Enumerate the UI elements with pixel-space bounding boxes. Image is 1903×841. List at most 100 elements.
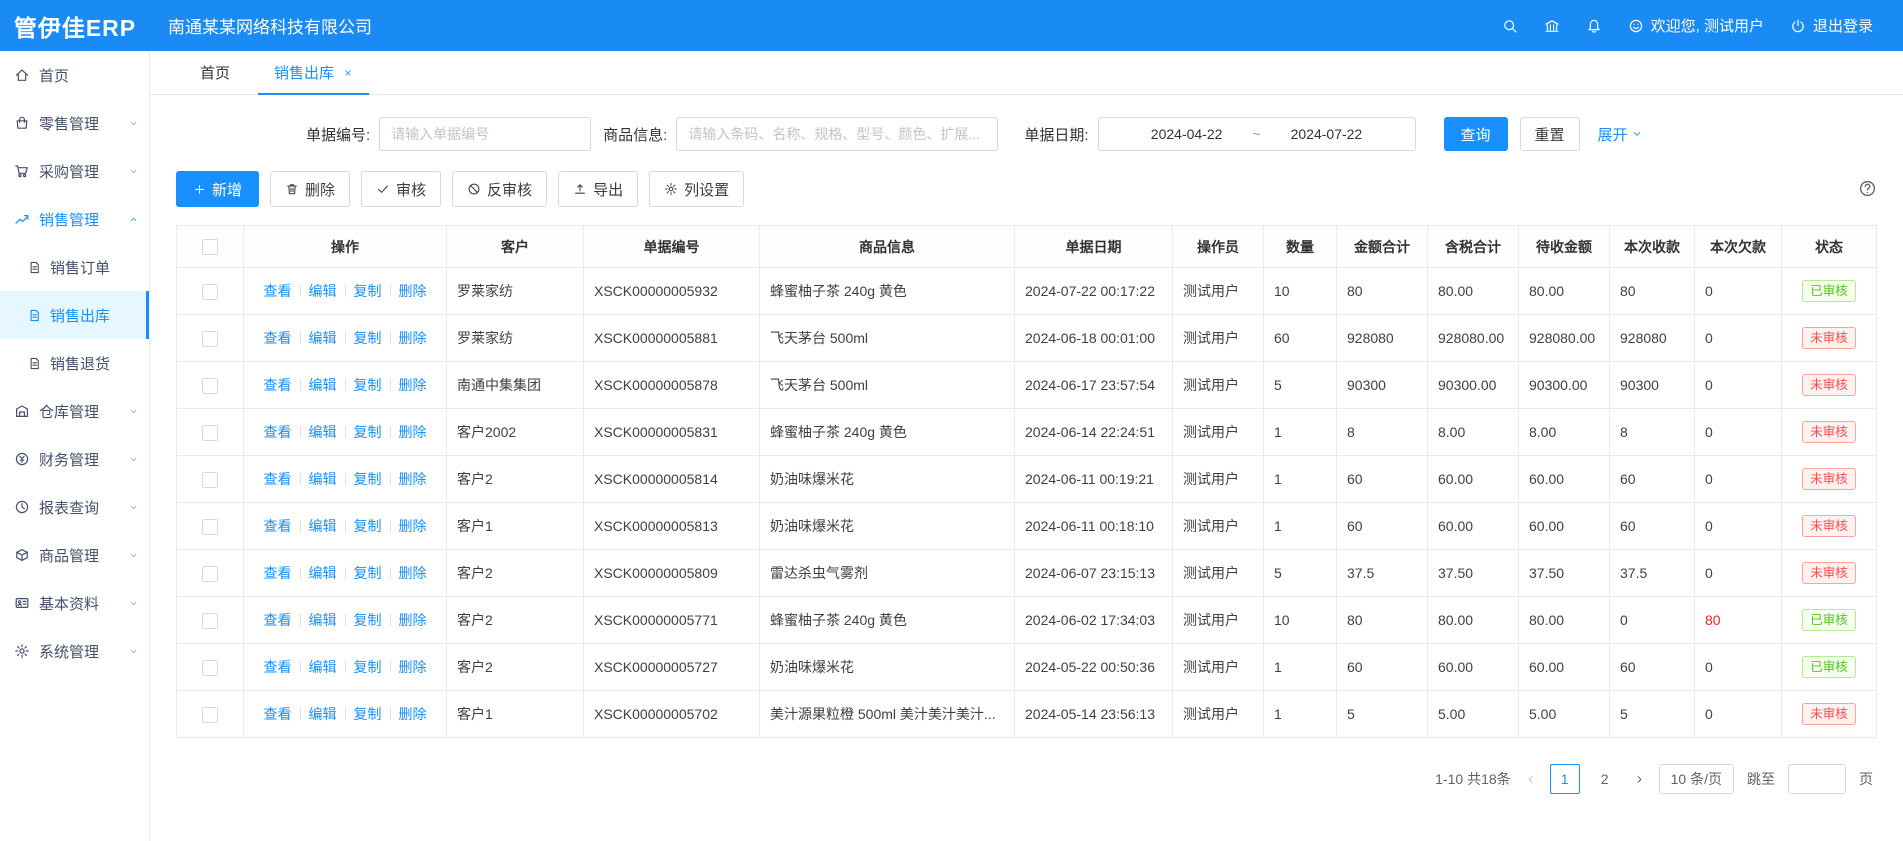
row-action-edit[interactable]: 编辑	[309, 565, 337, 581]
row-action-copy[interactable]: 复制	[354, 518, 382, 534]
row-action-view[interactable]: 查看	[264, 706, 292, 722]
doc-no-input[interactable]	[379, 117, 591, 151]
sidebar-item-product-mgmt[interactable]: 商品管理	[0, 531, 149, 579]
sidebar-item-purchase-mgmt[interactable]: 采购管理	[0, 147, 149, 195]
row-action-view[interactable]: 查看	[264, 518, 292, 534]
row-action-delete[interactable]: 删除	[399, 659, 427, 675]
page-button-1[interactable]: 1	[1550, 764, 1580, 794]
row-action-view[interactable]: 查看	[264, 330, 292, 346]
row-action-edit[interactable]: 编辑	[309, 330, 337, 346]
row-action-delete[interactable]: 删除	[399, 377, 427, 393]
row-action-view[interactable]: 查看	[264, 565, 292, 581]
column-settings-button[interactable]: 列设置	[649, 171, 744, 207]
row-action-copy[interactable]: 复制	[354, 283, 382, 299]
select-all-checkbox[interactable]	[202, 239, 218, 255]
row-action-view[interactable]: 查看	[264, 471, 292, 487]
bank-icon[interactable]	[1544, 18, 1560, 34]
tab-sales-outbound[interactable]: 销售出库	[258, 51, 369, 95]
date-to[interactable]: 2024-07-22	[1291, 126, 1363, 142]
row-checkbox[interactable]	[202, 284, 218, 300]
row-action-copy[interactable]: 复制	[354, 471, 382, 487]
row-action-delete[interactable]: 删除	[399, 518, 427, 534]
sidebar-item-sales-mgmt[interactable]: 销售管理	[0, 195, 149, 243]
sidebar-subitem-sales-outbound[interactable]: 销售出库	[0, 291, 149, 339]
date-from[interactable]: 2024-04-22	[1151, 126, 1223, 142]
row-action-view[interactable]: 查看	[264, 612, 292, 628]
page-size-select[interactable]: 10 条/页	[1659, 764, 1734, 794]
row-checkbox[interactable]	[202, 660, 218, 676]
row-checkbox[interactable]	[202, 472, 218, 488]
row-checkbox[interactable]	[202, 707, 218, 723]
row-checkbox[interactable]	[202, 425, 218, 441]
search-icon[interactable]	[1502, 18, 1518, 34]
row-checkbox[interactable]	[202, 378, 218, 394]
tab-home[interactable]: 首页	[184, 51, 246, 95]
row-action-copy[interactable]: 复制	[354, 659, 382, 675]
reset-button[interactable]: 重置	[1520, 117, 1580, 151]
cell-payment: 8	[1610, 409, 1695, 456]
row-action-delete[interactable]: 删除	[399, 565, 427, 581]
row-action-view[interactable]: 查看	[264, 283, 292, 299]
prev-page-button[interactable]	[1524, 773, 1537, 786]
help-icon[interactable]	[1858, 179, 1877, 198]
row-action-edit[interactable]: 编辑	[309, 659, 337, 675]
tab-close-button[interactable]	[343, 68, 353, 78]
row-action-delete[interactable]: 删除	[399, 612, 427, 628]
sidebar-item-finance-mgmt[interactable]: 财务管理	[0, 435, 149, 483]
cell-doc-no: XSCK00000005771	[584, 597, 760, 644]
cell-customer: 南通中集集团	[447, 362, 584, 409]
bell-icon[interactable]	[1586, 18, 1602, 34]
sidebar-item-report-query[interactable]: 报表查询	[0, 483, 149, 531]
row-action-delete[interactable]: 删除	[399, 424, 427, 440]
sidebar-subitem-sales-return[interactable]: 销售退货	[0, 339, 149, 387]
table-row: 查看编辑复制删除客户1XSCK00000005813奶油味爆米花2024-06-…	[177, 503, 1877, 550]
sidebar-item-retail-mgmt[interactable]: 零售管理	[0, 99, 149, 147]
row-action-view[interactable]: 查看	[264, 377, 292, 393]
jump-input[interactable]	[1788, 764, 1846, 794]
add-button[interactable]: 新增	[176, 171, 259, 207]
sidebar-item-system-mgmt[interactable]: 系统管理	[0, 627, 149, 675]
row-checkbox[interactable]	[202, 519, 218, 535]
row-action-copy[interactable]: 复制	[354, 612, 382, 628]
sidebar-item-basic-data[interactable]: 基本资料	[0, 579, 149, 627]
export-button[interactable]: 导出	[558, 171, 638, 207]
row-action-edit[interactable]: 编辑	[309, 283, 337, 299]
row-action-edit[interactable]: 编辑	[309, 518, 337, 534]
row-checkbox[interactable]	[202, 613, 218, 629]
row-action-copy[interactable]: 复制	[354, 330, 382, 346]
delete-button[interactable]: 删除	[270, 171, 350, 207]
sidebar-item-warehouse-mgmt[interactable]: 仓库管理	[0, 387, 149, 435]
row-action-edit[interactable]: 编辑	[309, 612, 337, 628]
user-welcome[interactable]: 欢迎您, 测试用户	[1628, 15, 1764, 36]
row-action-copy[interactable]: 复制	[354, 706, 382, 722]
row-action-delete[interactable]: 删除	[399, 471, 427, 487]
approve-button[interactable]: 审核	[361, 171, 441, 207]
row-action-copy[interactable]: 复制	[354, 565, 382, 581]
row-action-view[interactable]: 查看	[264, 424, 292, 440]
row-action-delete[interactable]: 删除	[399, 706, 427, 722]
row-action-view[interactable]: 查看	[264, 659, 292, 675]
unapprove-button[interactable]: 反审核	[452, 171, 547, 207]
row-action-edit[interactable]: 编辑	[309, 471, 337, 487]
row-action-edit[interactable]: 编辑	[309, 377, 337, 393]
cell-status: 未审核	[1782, 691, 1877, 738]
row-action-copy[interactable]: 复制	[354, 377, 382, 393]
product-input[interactable]	[676, 117, 998, 151]
expand-link[interactable]: 展开	[1598, 124, 1643, 145]
row-checkbox[interactable]	[202, 566, 218, 582]
cell-status: 未审核	[1782, 409, 1877, 456]
row-action-delete[interactable]: 删除	[399, 330, 427, 346]
next-page-button[interactable]	[1633, 773, 1646, 786]
row-action-copy[interactable]: 复制	[354, 424, 382, 440]
row-action-edit[interactable]: 编辑	[309, 424, 337, 440]
query-button[interactable]: 查询	[1444, 117, 1508, 151]
row-action-edit[interactable]: 编辑	[309, 706, 337, 722]
sidebar-item-home[interactable]: 首页	[0, 51, 149, 99]
logout-button[interactable]: 退出登录	[1790, 15, 1873, 36]
page-button-2[interactable]: 2	[1590, 764, 1620, 794]
date-range-picker[interactable]: 2024-04-22 ~ 2024-07-22	[1098, 117, 1416, 151]
sidebar-subitem-sales-order[interactable]: 销售订单	[0, 243, 149, 291]
cell-receivable: 60.00	[1519, 456, 1610, 503]
row-checkbox[interactable]	[202, 331, 218, 347]
row-action-delete[interactable]: 删除	[399, 283, 427, 299]
